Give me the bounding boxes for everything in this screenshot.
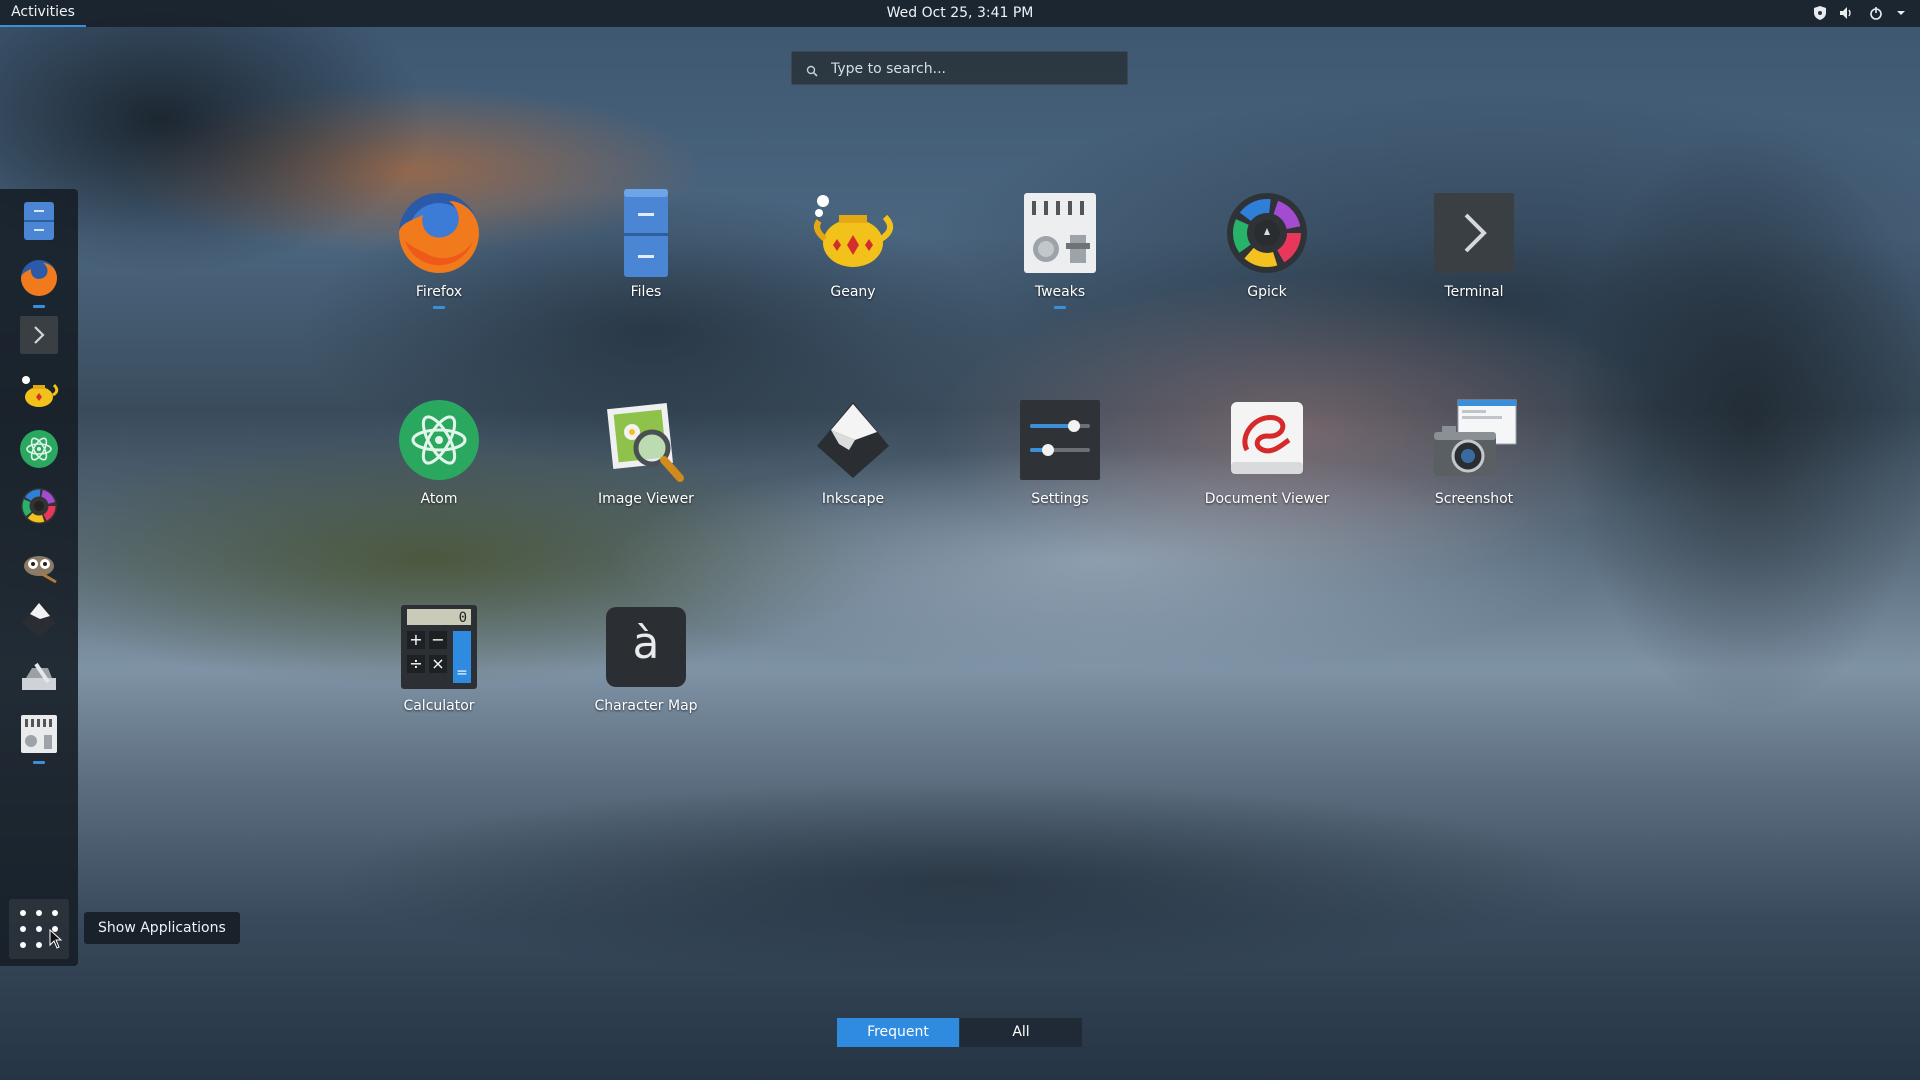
clock[interactable]: Wed Oct 25, 3:41 PM <box>860 0 1060 26</box>
app-label: Settings <box>1031 491 1089 507</box>
app-label: Screenshot <box>1434 491 1514 507</box>
running-indicator <box>433 306 445 309</box>
dash-item-terminal[interactable] <box>9 305 69 365</box>
app-label: Image Viewer <box>598 491 694 507</box>
search-icon <box>806 62 818 81</box>
app-label: Character Map <box>594 698 698 714</box>
running-indicator <box>1054 306 1066 309</box>
app-image-viewer[interactable]: Image Viewer <box>556 396 736 526</box>
app-label: Gpick <box>1247 284 1287 300</box>
svg-text:=: = <box>456 665 468 681</box>
dash-item-atom[interactable] <box>9 419 69 479</box>
show-applications-button[interactable] <box>9 899 69 959</box>
character-map-icon: à <box>606 607 686 687</box>
geany-icon <box>814 195 894 267</box>
gpick-icon <box>1227 193 1307 273</box>
image-viewer-icon <box>607 403 684 482</box>
app-firefox[interactable]: Firefox <box>349 189 529 319</box>
files-icon <box>624 189 668 277</box>
volume-icon[interactable] <box>1838 5 1854 21</box>
svg-text:+: + <box>409 630 422 649</box>
app-label: Tweaks <box>1034 284 1086 300</box>
app-terminal[interactable]: Terminal <box>1384 189 1564 319</box>
files-icon <box>24 202 54 240</box>
app-gpick[interactable]: Gpick <box>1177 189 1357 319</box>
app-label: Atom <box>420 491 458 507</box>
terminal-icon <box>1434 193 1514 273</box>
dash-item-geany[interactable] <box>9 362 69 422</box>
svg-text:×: × <box>431 654 444 673</box>
atom-icon <box>20 430 58 468</box>
app-geany[interactable]: Geany <box>763 189 943 319</box>
app-label: Files <box>630 284 662 300</box>
activities-button[interactable]: Activities <box>0 0 86 27</box>
inkscape-icon <box>22 603 56 637</box>
dash <box>0 189 78 966</box>
mouse-cursor-icon <box>49 929 63 949</box>
firefox-icon <box>21 260 57 296</box>
gimp-icon <box>24 556 57 584</box>
dash-item-files[interactable] <box>9 191 69 251</box>
app-screenshot[interactable]: Screenshot <box>1384 396 1564 526</box>
document-viewer-icon <box>1231 402 1303 474</box>
app-document-viewer[interactable]: Document Viewer <box>1177 396 1357 526</box>
firefox-icon <box>399 193 479 273</box>
app-label: Geany <box>830 284 876 300</box>
toolbox-icon <box>22 662 56 690</box>
power-icon[interactable] <box>1868 5 1884 21</box>
show-applications-tooltip: Show Applications <box>84 912 240 944</box>
frequent-button[interactable]: Frequent <box>837 1018 959 1047</box>
calculator-icon: 0 + −÷ × = <box>401 605 477 689</box>
dash-item-gimp[interactable] <box>9 533 69 593</box>
dash-item-firefox[interactable] <box>9 248 69 308</box>
svg-text:−: − <box>431 630 444 649</box>
calculator-display: 0 <box>459 610 467 626</box>
tweaks-icon <box>21 715 57 753</box>
desktop-background: Activities Wed Oct 25, 3:41 PM Type to s… <box>0 0 1920 1080</box>
atom-icon <box>399 400 479 480</box>
geany-icon <box>22 376 59 407</box>
gpick-icon <box>21 488 57 524</box>
search-box[interactable] <box>791 51 1128 86</box>
shield-icon[interactable] <box>1812 5 1828 21</box>
app-label: Terminal <box>1444 284 1504 300</box>
app-label: Firefox <box>415 284 463 300</box>
dash-item-tweaks[interactable] <box>9 704 69 764</box>
tweaks-icon <box>1024 193 1096 273</box>
dash-item-inkscape[interactable] <box>9 590 69 650</box>
app-label: Calculator <box>403 698 475 714</box>
app-settings[interactable]: Settings <box>970 396 1150 526</box>
app-label: Document Viewer <box>1204 491 1330 507</box>
screenshot-icon <box>1434 399 1517 476</box>
view-switch: Frequent All <box>837 1018 1082 1047</box>
search-input[interactable] <box>829 52 1123 86</box>
app-files[interactable]: Files <box>556 189 736 319</box>
app-tweaks[interactable]: Tweaks <box>970 189 1150 319</box>
app-calculator[interactable]: 0 + − ÷ × = Calculator <box>349 603 529 733</box>
dash-item-gpick[interactable] <box>9 476 69 536</box>
inkscape-icon <box>817 402 889 478</box>
all-button[interactable]: All <box>960 1018 1082 1047</box>
chevron-down-icon[interactable] <box>1893 5 1909 21</box>
settings-icon <box>1020 400 1100 480</box>
terminal-icon <box>20 316 58 354</box>
character-map-glyph: à <box>632 618 660 669</box>
svg-text:÷: ÷ <box>409 654 422 673</box>
app-character-map[interactable]: à Character Map <box>556 603 736 733</box>
app-label: Inkscape <box>821 491 885 507</box>
dash-item-toolbox[interactable] <box>9 647 69 707</box>
app-inkscape[interactable]: Inkscape <box>763 396 943 526</box>
top-bar: Activities Wed Oct 25, 3:41 PM <box>0 0 1920 27</box>
app-atom[interactable]: Atom <box>349 396 529 526</box>
